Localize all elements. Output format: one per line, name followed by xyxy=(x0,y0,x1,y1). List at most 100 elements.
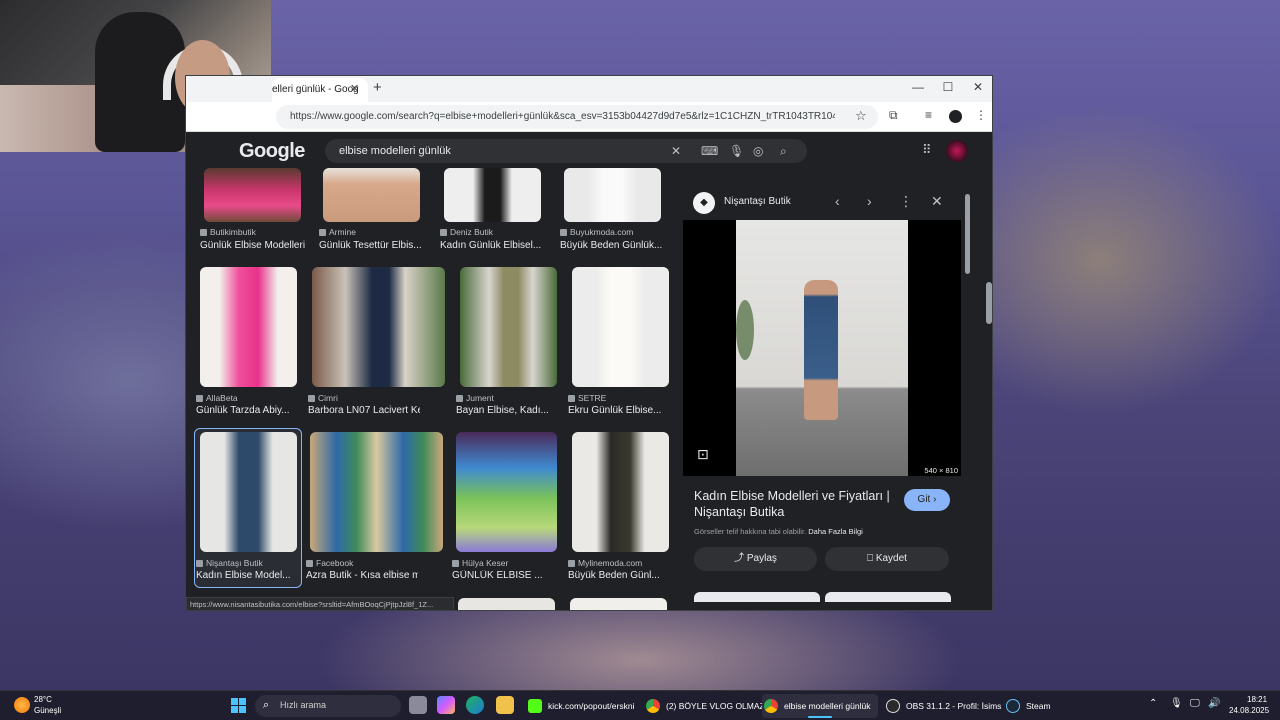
learn-more-link[interactable]: Daha Fazla Bilgi xyxy=(808,527,863,536)
save-button[interactable]: ⎕ Kaydet xyxy=(825,547,949,571)
result-image[interactable] xyxy=(458,598,555,610)
google-lens-icon[interactable]: ⊡ xyxy=(697,446,709,463)
result-image[interactable] xyxy=(310,432,443,552)
preview-image[interactable] xyxy=(736,220,908,476)
favicon-icon xyxy=(568,395,575,402)
page-scrollbar[interactable] xyxy=(984,132,992,610)
microphone-icon[interactable]: 🎙 xyxy=(729,144,744,158)
result-image[interactable] xyxy=(200,267,297,387)
task-elbise[interactable]: elbise modelleri günlük xyxy=(762,694,878,718)
weather-description[interactable]: Güneşli xyxy=(34,706,61,715)
clock-date[interactable]: 24.08.2025 xyxy=(1229,706,1269,715)
result-image[interactable] xyxy=(572,267,669,387)
result-image[interactable] xyxy=(312,267,445,387)
taskbar-search[interactable]: ⌕ Hızlı arama xyxy=(255,695,401,717)
tray-overflow-icon[interactable]: ⌃ xyxy=(1149,698,1157,709)
result-title[interactable]: Azra Butik - Kısa elbise mo... xyxy=(306,570,418,581)
result-image[interactable] xyxy=(456,432,557,552)
task-view-icon[interactable] xyxy=(409,696,427,714)
network-icon[interactable]: 🖵 xyxy=(1190,698,1200,709)
task-kick[interactable]: kick.com/popout/erskni xyxy=(526,694,640,718)
related-card[interactable] xyxy=(694,592,820,602)
extensions-icon[interactable]: ⧉ xyxy=(889,108,898,123)
file-explorer-icon[interactable] xyxy=(496,696,514,714)
tab-close-icon[interactable]: ✕ xyxy=(350,82,359,95)
taskbar-search-placeholder[interactable]: Hızlı arama xyxy=(280,700,326,710)
result-title[interactable]: Ekru Günlük Elbise... xyxy=(568,405,680,416)
url-text[interactable]: https://www.google.com/search?q=elbise+m… xyxy=(290,111,835,122)
result-title[interactable]: Bayan Elbise, Kadı... xyxy=(456,405,568,416)
favicon-icon xyxy=(308,395,315,402)
model-figure xyxy=(804,280,838,420)
copilot-icon[interactable] xyxy=(437,696,455,714)
new-tab-icon[interactable]: + xyxy=(373,79,382,96)
microphone-icon[interactable]: 🎙 xyxy=(1170,698,1183,709)
keyboard-icon[interactable]: ⌨ xyxy=(701,144,718,158)
result-title[interactable]: Büyük Beden Günlük... xyxy=(560,240,672,251)
result-source: Deniz Butik xyxy=(440,227,550,237)
weather-temperature[interactable]: 28°C xyxy=(34,695,52,704)
result-title[interactable]: Barbora LN07 Lacivert Kete... xyxy=(308,405,420,416)
profile-icon[interactable] xyxy=(949,110,962,123)
page-scroll-thumb[interactable] xyxy=(986,282,992,324)
start-button[interactable] xyxy=(231,698,246,713)
result-title[interactable]: Kadın Günlük Elbisel... xyxy=(440,240,552,251)
result-image[interactable] xyxy=(204,168,301,222)
more-options-icon[interactable]: ⋮ xyxy=(899,193,913,210)
panel-title[interactable]: Kadın Elbise Modelleri ve Fiyatları | Ni… xyxy=(694,488,890,520)
weather-sun-icon[interactable] xyxy=(14,697,30,713)
close-icon[interactable]: ✕ xyxy=(931,193,943,210)
favicon-icon xyxy=(456,395,463,402)
result-image[interactable] xyxy=(323,168,420,222)
edge-icon[interactable] xyxy=(466,696,484,714)
task-obs[interactable]: OBS 31.1.2 - Profil: İsims xyxy=(884,694,1001,718)
result-image[interactable] xyxy=(444,168,541,222)
preview-image-frame[interactable]: ⊡ 540 × 810 xyxy=(683,220,961,476)
result-title[interactable]: Günlük Elbise Modelleri xyxy=(200,240,312,251)
maximize-icon[interactable]: ☐ xyxy=(938,80,958,94)
address-bar[interactable]: https://www.google.com/search?q=elbise+m… xyxy=(276,105,878,129)
result-image[interactable] xyxy=(570,598,667,610)
window-close-icon[interactable]: ✕ xyxy=(968,80,988,94)
result-image[interactable] xyxy=(460,267,557,387)
task-steam[interactable]: Steam xyxy=(1004,694,1074,718)
search-icon[interactable]: ⌕ xyxy=(780,144,787,159)
favicon-icon xyxy=(196,395,203,402)
search-query[interactable]: elbise modelleri günlük xyxy=(339,145,451,157)
previous-icon[interactable]: ‹ xyxy=(835,193,840,209)
clock-time[interactable]: 18:21 xyxy=(1247,695,1267,704)
result-image[interactable] xyxy=(572,432,669,552)
clear-icon[interactable]: ✕ xyxy=(671,144,681,158)
account-avatar[interactable] xyxy=(946,140,968,162)
next-icon[interactable]: › xyxy=(867,193,872,209)
menu-kebab-icon[interactable]: ⋮ xyxy=(975,108,987,122)
search-box[interactable]: elbise modelleri günlük ✕ ⌨ 🎙 ◎ ⌕ xyxy=(325,139,807,163)
panel-scroll-thumb[interactable] xyxy=(965,194,970,274)
volume-icon[interactable]: 🔊 xyxy=(1208,698,1220,709)
plant-figure xyxy=(736,300,754,360)
related-card[interactable] xyxy=(825,592,951,602)
result-image[interactable] xyxy=(200,432,297,552)
result-source: Nişantaşı Butik xyxy=(196,558,306,568)
bookmark-star-icon[interactable]: ☆ xyxy=(855,108,867,124)
panel-scrollbar[interactable] xyxy=(963,182,971,602)
google-logo[interactable]: Google xyxy=(239,140,305,163)
minimize-icon[interactable]: — xyxy=(908,80,928,94)
apps-grid-icon[interactable]: ⠿ xyxy=(922,142,932,158)
result-title[interactable]: GÜNLÜK ELBİSE ... xyxy=(452,570,564,581)
result-title[interactable]: Günlük Tesettür Elbis... xyxy=(319,240,431,251)
result-source: Jument xyxy=(456,393,566,403)
lens-icon[interactable]: ◎ xyxy=(753,144,763,158)
chrome-icon xyxy=(646,699,660,713)
visit-button[interactable]: Git › xyxy=(904,489,950,511)
share-button[interactable]: ⤴ Paylaş xyxy=(694,547,817,571)
result-source: Facebook xyxy=(306,558,416,568)
panel-site-name[interactable]: Nişantaşı Butik xyxy=(724,196,791,207)
result-title[interactable]: Günlük Tarzda Abiy... xyxy=(196,405,308,416)
task-vlog[interactable]: (2) BÖYLE VLOG OLMAZ xyxy=(644,694,765,718)
media-controls-icon[interactable]: ≡ xyxy=(925,108,932,122)
result-image[interactable] xyxy=(564,168,661,222)
result-title[interactable]: Büyük Beden Günl... xyxy=(568,570,680,581)
windows-taskbar: 28°C Güneşli ⌕ Hızlı arama kick.com/popo… xyxy=(0,690,1280,720)
result-title[interactable]: Kadın Elbise Model... xyxy=(196,570,308,581)
